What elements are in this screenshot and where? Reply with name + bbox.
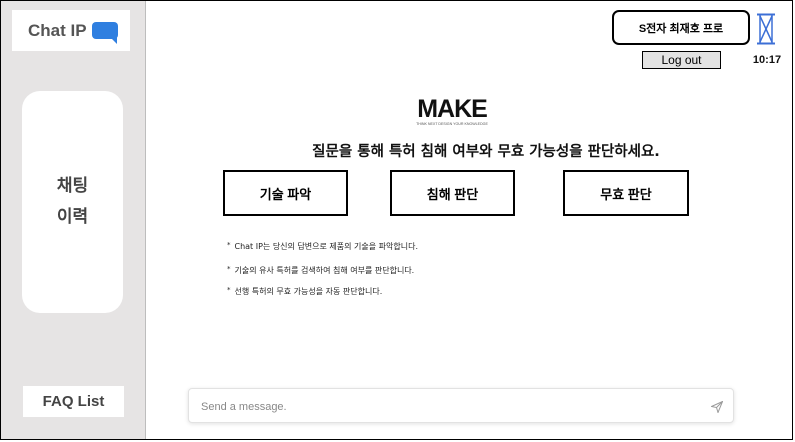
chat-history-button[interactable]: 채팅 이력 [22,91,123,313]
send-icon[interactable] [711,401,723,413]
info-text: 선행 특허의 무효 가능성을 자동 판단합니다. [234,287,383,296]
bullet-mark: * [227,286,231,294]
brand-logo: MAKE THINK NEXT DESIGN YOUR KNOWLEDGE [416,96,488,126]
brand-text: MAKE [417,96,487,123]
brand-subtext: THINK NEXT DESIGN YOUR KNOWLEDGE [416,122,488,126]
app-window: Chat IP 채팅 이력 FAQ List S전자 최재호 프로 Log ou… [0,0,793,440]
page-tagline: 질문을 통해 특허 침해 여부와 무효 가능성을 판단하세요. [312,144,660,160]
bullet-mark: * [227,241,231,249]
logout-button[interactable]: Log out [642,51,721,69]
info-item: * Chat IP는 당신의 답변으로 제품의 기술을 파악합니다. [227,241,627,252]
faq-list-button[interactable]: FAQ List [23,386,124,417]
bullet-mark: * [227,265,231,273]
app-logo-text: Chat IP [28,20,87,40]
message-input[interactable] [199,393,703,420]
hourglass-icon [757,13,775,45]
infringement-button[interactable]: 침해 판단 [390,170,515,216]
info-item: * 선행 특허의 무효 가능성을 자동 판단합니다. [227,286,627,297]
chat-history-label: 채팅 이력 [56,176,89,227]
chat-bubble-icon [92,22,118,44]
sidebar: Chat IP 채팅 이력 FAQ List [1,1,146,439]
tech-analysis-button[interactable]: 기술 파악 [223,170,348,216]
info-text: 기술의 유사 특허를 검색하여 침해 여부를 판단합니다. [234,266,415,275]
info-item: * 기술의 유사 특허를 검색하여 침해 여부를 판단합니다. [227,265,627,276]
info-text: Chat IP는 당신의 답변으로 제품의 기술을 파악합니다. [234,242,419,251]
chat-input-bar [188,388,734,423]
app-logo[interactable]: Chat IP [12,10,130,51]
invalidity-button[interactable]: 무효 판단 [563,170,689,216]
session-clock: 10:17 [752,54,782,66]
user-profile-button[interactable]: S전자 최재호 프로 [612,10,750,45]
